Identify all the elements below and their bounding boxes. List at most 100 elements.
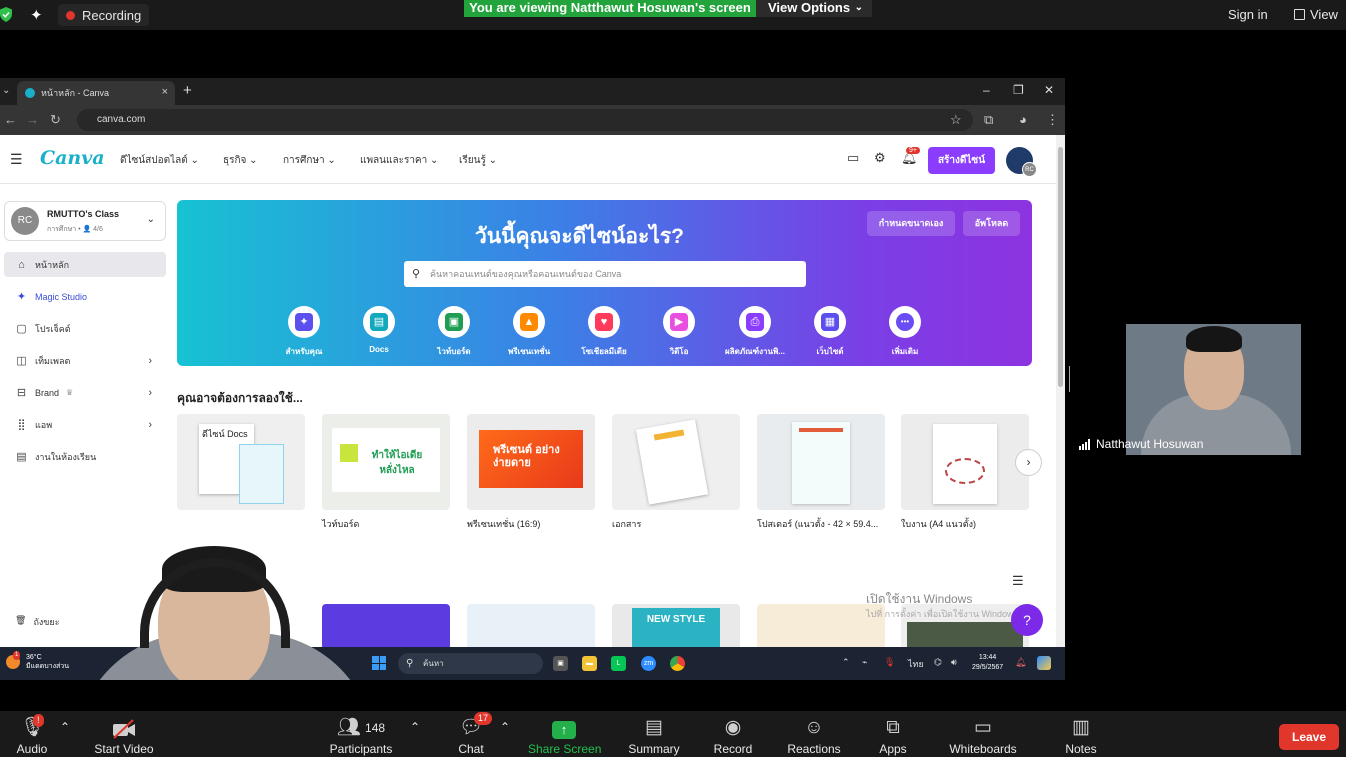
task-view-icon[interactable]: ▣ bbox=[553, 656, 568, 671]
taskbar-clock[interactable]: 13:44 29/5/2567 bbox=[972, 653, 1003, 673]
bookmark-star-icon[interactable]: ☆ bbox=[950, 112, 962, 128]
start-video-button[interactable]: Start Video bbox=[92, 711, 156, 757]
hamburger-menu-icon[interactable]: ☰ bbox=[10, 151, 23, 168]
participants-options-caret-icon[interactable]: ⌃ bbox=[410, 720, 420, 734]
recent-design-card[interactable] bbox=[467, 604, 595, 647]
sidebar-item-label: Brand bbox=[35, 387, 60, 398]
category-video[interactable]: ▶ วิดีโอ bbox=[637, 306, 721, 358]
chevron-up-icon[interactable]: ⌃ bbox=[842, 657, 850, 668]
canva-logo[interactable]: Canva bbox=[40, 147, 105, 169]
network-tray-icon[interactable]: ⌁ bbox=[862, 657, 867, 668]
menu-design-spotlight[interactable]: ดีไซน์สปอตไลต์ bbox=[120, 153, 199, 168]
restore-icon[interactable]: ❐ bbox=[1013, 83, 1024, 97]
audio-options-caret-icon[interactable]: ⌃ bbox=[60, 720, 70, 734]
ai-companion-icon[interactable]: ✦ bbox=[30, 6, 43, 24]
avatar[interactable]: RC bbox=[1006, 147, 1037, 177]
scrollbar-thumb[interactable] bbox=[1058, 147, 1063, 387]
category-more[interactable]: ••• เพิ่มเติม bbox=[863, 306, 947, 358]
wifi-icon[interactable]: ⌬ bbox=[934, 657, 942, 668]
chrome-app-icon[interactable] bbox=[670, 656, 685, 671]
sidebar-item-brand[interactable]: ⊟ Brand ♛ › bbox=[4, 380, 166, 405]
reload-icon[interactable]: ↻ bbox=[50, 112, 61, 128]
category-presentation[interactable]: ▲ พรีเซนเทชั่น bbox=[487, 306, 571, 358]
category-for-you[interactable]: ✦ สำหรับคุณ bbox=[262, 306, 346, 358]
category-docs[interactable]: ▤ Docs bbox=[337, 306, 421, 354]
file-explorer-icon[interactable]: ▬ bbox=[582, 656, 597, 671]
card-presentation[interactable]: พรีเซนต์ อย่างง่ายดาย bbox=[467, 414, 595, 510]
record-button[interactable]: ◉ Record bbox=[710, 711, 756, 757]
menu-education[interactable]: การศึกษา bbox=[283, 153, 336, 168]
upload-button[interactable]: อัพโหลด bbox=[963, 211, 1020, 236]
heart-icon: ♥ bbox=[595, 313, 613, 331]
summary-button[interactable]: ▤ Summary bbox=[624, 711, 684, 757]
chat-options-caret-icon[interactable]: ⌃ bbox=[500, 720, 510, 734]
team-switcher[interactable]: RC RMUTTO's Class การศึกษา • 👤 4/6 ⌄ bbox=[4, 201, 166, 241]
close-window-icon[interactable]: ✕ bbox=[1044, 83, 1054, 97]
chat-button[interactable]: 💬︎ Chat 17 bbox=[452, 711, 493, 757]
minimize-icon[interactable]: – bbox=[983, 83, 990, 97]
taskbar-search-input[interactable]: ⚲ ค้นหา bbox=[398, 653, 543, 674]
sidebar-item-magic-studio[interactable]: ✦ Magic Studio bbox=[4, 284, 166, 309]
sidebar-item-projects[interactable]: ▢ โปรเจ็คต์ bbox=[4, 316, 166, 341]
sidebar-item-apps[interactable]: ⣿ แอพ › bbox=[4, 412, 166, 437]
audio-button[interactable]: 🎙︎ Audio ! bbox=[12, 711, 52, 757]
browser-tab[interactable]: หน้าหลัก - Canva × bbox=[17, 81, 175, 105]
shield-icon[interactable] bbox=[0, 7, 12, 23]
menu-business[interactable]: ธุรกิจ bbox=[223, 153, 258, 168]
reactions-button[interactable]: ☺︎ Reactions bbox=[785, 711, 843, 757]
sidebar-item-trash[interactable]: 🗑︎ ถังขยะ bbox=[15, 615, 60, 629]
sidebar-item-home[interactable]: ⌂ หน้าหลัก bbox=[4, 252, 166, 277]
speaker-icon[interactable]: 🔊︎ bbox=[951, 657, 957, 668]
apps-button[interactable]: ⧉ Apps bbox=[874, 711, 912, 757]
create-design-button[interactable]: สร้างดีไซน์ bbox=[928, 147, 995, 174]
language-indicator[interactable]: ไทย bbox=[908, 657, 924, 671]
leave-button[interactable]: Leave bbox=[1279, 724, 1339, 750]
card-whiteboard[interactable]: ทำให้ไอเดีย หลั่งไหล bbox=[322, 414, 450, 510]
help-button[interactable]: ? bbox=[1011, 604, 1043, 636]
whiteboards-button[interactable]: ▭ Whiteboards bbox=[946, 711, 1020, 757]
card-document[interactable] bbox=[612, 414, 740, 510]
menu-learn[interactable]: เรียนรู้ bbox=[459, 153, 497, 168]
sign-in-button[interactable]: Sign in bbox=[1222, 4, 1274, 25]
sidebar-item-classwork[interactable]: ▤ งานในห้องเรียน bbox=[4, 444, 166, 469]
list-view-icon[interactable]: ☰ bbox=[1012, 573, 1024, 589]
category-website[interactable]: ▦ เว็บไซต์ bbox=[788, 306, 872, 358]
menu-plans-pricing[interactable]: แพลนและราคา bbox=[360, 153, 438, 168]
card-docs[interactable]: ดีไซน์ Docs bbox=[177, 414, 305, 510]
notification-bell-icon[interactable]: 🔔︎ bbox=[1015, 657, 1026, 668]
new-tab-icon[interactable]: + bbox=[183, 82, 192, 99]
extensions-icon[interactable]: ⧉ bbox=[984, 112, 993, 128]
url-input[interactable]: canva.com bbox=[77, 109, 973, 131]
participant-video-thumbnail[interactable]: Natthawut Hosuwan bbox=[1071, 324, 1310, 455]
line-app-icon[interactable]: L bbox=[611, 656, 626, 671]
participants-button[interactable]: 👥︎ 148 Participants bbox=[328, 711, 394, 757]
recording-indicator[interactable]: Recording bbox=[58, 4, 150, 26]
share-screen-button[interactable]: ↑ Share Screen bbox=[528, 711, 601, 757]
category-print-products[interactable]: ⎙ ผลิตภัณฑ์งานพิ... bbox=[713, 306, 797, 358]
notes-button[interactable]: ▥ Notes bbox=[1060, 711, 1102, 757]
weather-widget[interactable]: 1 36°C มีแดดบางส่วน bbox=[6, 651, 69, 671]
desktop-app-icon[interactable]: ▭ bbox=[847, 150, 859, 166]
tab-close-icon[interactable]: × bbox=[162, 86, 168, 98]
search-input[interactable]: ⚲ ค้นหาคอนเทนต์ของคุณหรือคอนเทนต์ของ Can… bbox=[404, 261, 806, 287]
gear-icon[interactable]: ⚙ bbox=[874, 150, 886, 166]
custom-size-button[interactable]: กำหนดขนาดเอง bbox=[867, 211, 955, 236]
view-button[interactable]: View bbox=[1288, 4, 1344, 25]
mic-tray-icon[interactable]: 🎙︎ bbox=[884, 657, 895, 668]
sidebar-item-templates[interactable]: ◫ เท็มเพลต › bbox=[4, 348, 166, 373]
recent-design-card[interactable]: NEW STYLE bbox=[612, 604, 740, 647]
back-icon[interactable]: ← bbox=[4, 112, 17, 127]
tab-search-icon[interactable]: ⌄ bbox=[2, 85, 10, 96]
view-options-button[interactable]: View Options ⌄ bbox=[756, 0, 872, 17]
carousel-next-button[interactable]: › bbox=[1015, 449, 1042, 476]
category-whiteboard[interactable]: ▣ ไวท์บอร์ด bbox=[412, 306, 496, 358]
category-social-media[interactable]: ♥ โซเชียลมีเดีย bbox=[562, 306, 646, 358]
copilot-icon[interactable] bbox=[1037, 656, 1051, 670]
page-scrollbar[interactable] bbox=[1056, 135, 1065, 647]
zoom-app-icon[interactable]: zm bbox=[641, 656, 656, 671]
forward-icon[interactable]: → bbox=[26, 112, 39, 127]
card-worksheet[interactable] bbox=[901, 414, 1029, 510]
profile-icon[interactable]: ◕ bbox=[1019, 112, 1027, 127]
browser-menu-icon[interactable]: ⋮ bbox=[1046, 112, 1059, 128]
card-poster[interactable] bbox=[757, 414, 885, 510]
